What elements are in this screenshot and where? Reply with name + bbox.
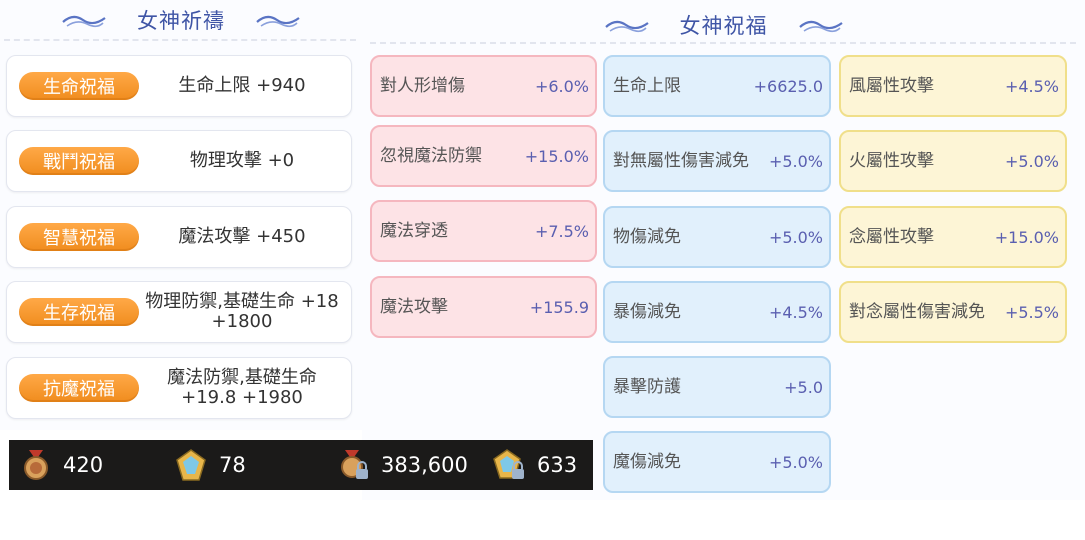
stat-name: 魔傷減免	[613, 452, 681, 472]
stat-name: 對無屬性傷害減免	[613, 151, 749, 171]
blessing-badge: 抗魔祝福	[19, 374, 139, 402]
header-divider	[370, 42, 1076, 44]
medal-icon	[24, 450, 48, 480]
stat-name: 生命上限	[613, 76, 681, 96]
locked-crystal-icon	[493, 449, 524, 479]
blessing-row-wisdom[interactable]: 智慧祝福 魔法攻擊 +450	[6, 206, 352, 268]
resource-value: 420	[63, 453, 104, 477]
stat-card[interactable]: 風屬性攻擊 +4.5%	[839, 55, 1067, 117]
stat-card[interactable]: 魔法攻擊 +155.9	[370, 276, 597, 338]
stat-name: 物傷減免	[613, 227, 681, 247]
stat-name: 對念屬性傷害減免	[849, 302, 985, 322]
resource-medal: 420	[19, 440, 103, 490]
stat-value: +5.5%	[1004, 302, 1059, 322]
blessing-header: 女神祝福	[362, 5, 1085, 45]
stat-value: +5.0	[784, 377, 823, 397]
stat-value: +4.5%	[1004, 76, 1059, 96]
stat-card[interactable]: 對無屬性傷害減免 +5.0%	[603, 130, 831, 192]
blessing-badge: 生命祝福	[19, 72, 139, 100]
stat-card[interactable]: 暴傷減免 +4.5%	[603, 281, 831, 343]
stat-card[interactable]: 物傷減免 +5.0%	[603, 206, 831, 268]
stat-name: 暴擊防護	[613, 377, 681, 397]
stat-name: 魔法穿透	[380, 221, 448, 241]
resource-value: 78	[219, 453, 246, 477]
swirl-ornament-icon	[604, 20, 649, 33]
stat-value: +4.5%	[768, 302, 823, 322]
resource-crystal: 78	[173, 440, 246, 490]
stat-card[interactable]: 魔傷減免 +5.0%	[603, 431, 831, 493]
stat-value: +5.0%	[768, 227, 823, 247]
stat-value: +6625.0	[753, 76, 823, 96]
stat-name: 念屬性攻擊	[849, 227, 934, 247]
stat-value: +6.0%	[534, 76, 589, 96]
stat-value: +5.0%	[768, 151, 823, 171]
blessing-row-anti-magic[interactable]: 抗魔祝福 魔法防禦,基礎生命 +19.8 +1980	[6, 357, 352, 419]
stat-card[interactable]: 火屬性攻擊 +5.0%	[839, 130, 1067, 192]
stat-value: +5.0%	[1004, 151, 1059, 171]
blessing-value: 魔法防禦,基礎生命 +19.8 +1980	[167, 367, 317, 408]
stat-card[interactable]: 生命上限 +6625.0	[603, 55, 831, 117]
stat-name: 魔法攻擊	[380, 297, 448, 317]
stat-value: +15.0%	[994, 227, 1059, 247]
stat-name: 風屬性攻擊	[849, 76, 934, 96]
stat-value: +15.0%	[524, 146, 589, 166]
stat-value: +155.9	[529, 297, 589, 317]
stat-card[interactable]: 暴擊防護 +5.0	[603, 356, 831, 418]
blessing-row-life[interactable]: 生命祝福 生命上限 +940	[6, 55, 352, 117]
goddess-prayer-panel: 女神祈禱 生命祝福 生命上限 +940 戰鬥祝福 物理攻擊 +0 智慧祝福 魔法…	[0, 0, 362, 430]
stat-name: 暴傷減免	[613, 302, 681, 322]
blessing-badge: 生存祝福	[19, 298, 139, 326]
blessing-value: 物理攻擊 +0	[189, 150, 295, 171]
crystal-icon	[176, 449, 206, 481]
blessing-badge: 智慧祝福	[19, 223, 139, 251]
prayer-header: 女神祈禱	[0, 0, 362, 40]
swirl-ornament-icon	[62, 15, 106, 28]
stat-value: +5.0%	[768, 452, 823, 472]
blessing-value: 魔法攻擊 +450	[178, 226, 306, 247]
stat-card[interactable]: 對念屬性傷害減免 +5.5%	[839, 281, 1067, 343]
stat-name: 火屬性攻擊	[849, 151, 934, 171]
blessing-row-survival[interactable]: 生存祝福 物理防禦,基礎生命 +18 +1800	[6, 281, 352, 343]
stat-card[interactable]: 念屬性攻擊 +15.0%	[839, 206, 1067, 268]
blessing-row-battle[interactable]: 戰鬥祝福 物理攻擊 +0	[6, 130, 352, 192]
swirl-ornament-icon	[256, 15, 300, 28]
blessing-badge: 戰鬥祝福	[19, 147, 139, 175]
stat-card[interactable]: 忽視魔法防禦 +15.0%	[370, 125, 597, 187]
stat-card[interactable]: 魔法穿透 +7.5%	[370, 200, 597, 262]
resource-locked-crystal: 633	[491, 440, 577, 490]
stat-value: +7.5%	[534, 221, 589, 241]
blessing-title: 女神祝福	[679, 14, 768, 38]
resource-locked-medal: 383,600	[337, 440, 468, 490]
header-divider	[4, 39, 356, 41]
resource-value: 383,600	[381, 453, 468, 477]
blessing-value: 生命上限 +940	[178, 75, 306, 96]
blessing-value: 物理防禦,基礎生命 +18 +1800	[145, 291, 339, 332]
stat-name: 對人形增傷	[380, 76, 465, 96]
goddess-blessing-panel: 女神祝福 對人形增傷 +6.0% 忽視魔法防禦 +15.0% 魔法穿透 +7.5…	[362, 0, 1085, 500]
stat-card[interactable]: 對人形增傷 +6.0%	[370, 55, 597, 117]
resource-value: 633	[537, 453, 578, 477]
stat-name: 忽視魔法防禦	[380, 146, 482, 166]
resource-bar: 420 78 383,600 633	[9, 440, 593, 490]
prayer-title: 女神祈禱	[137, 9, 225, 33]
locked-medal-icon	[341, 450, 368, 479]
swirl-ornament-icon	[798, 20, 843, 33]
